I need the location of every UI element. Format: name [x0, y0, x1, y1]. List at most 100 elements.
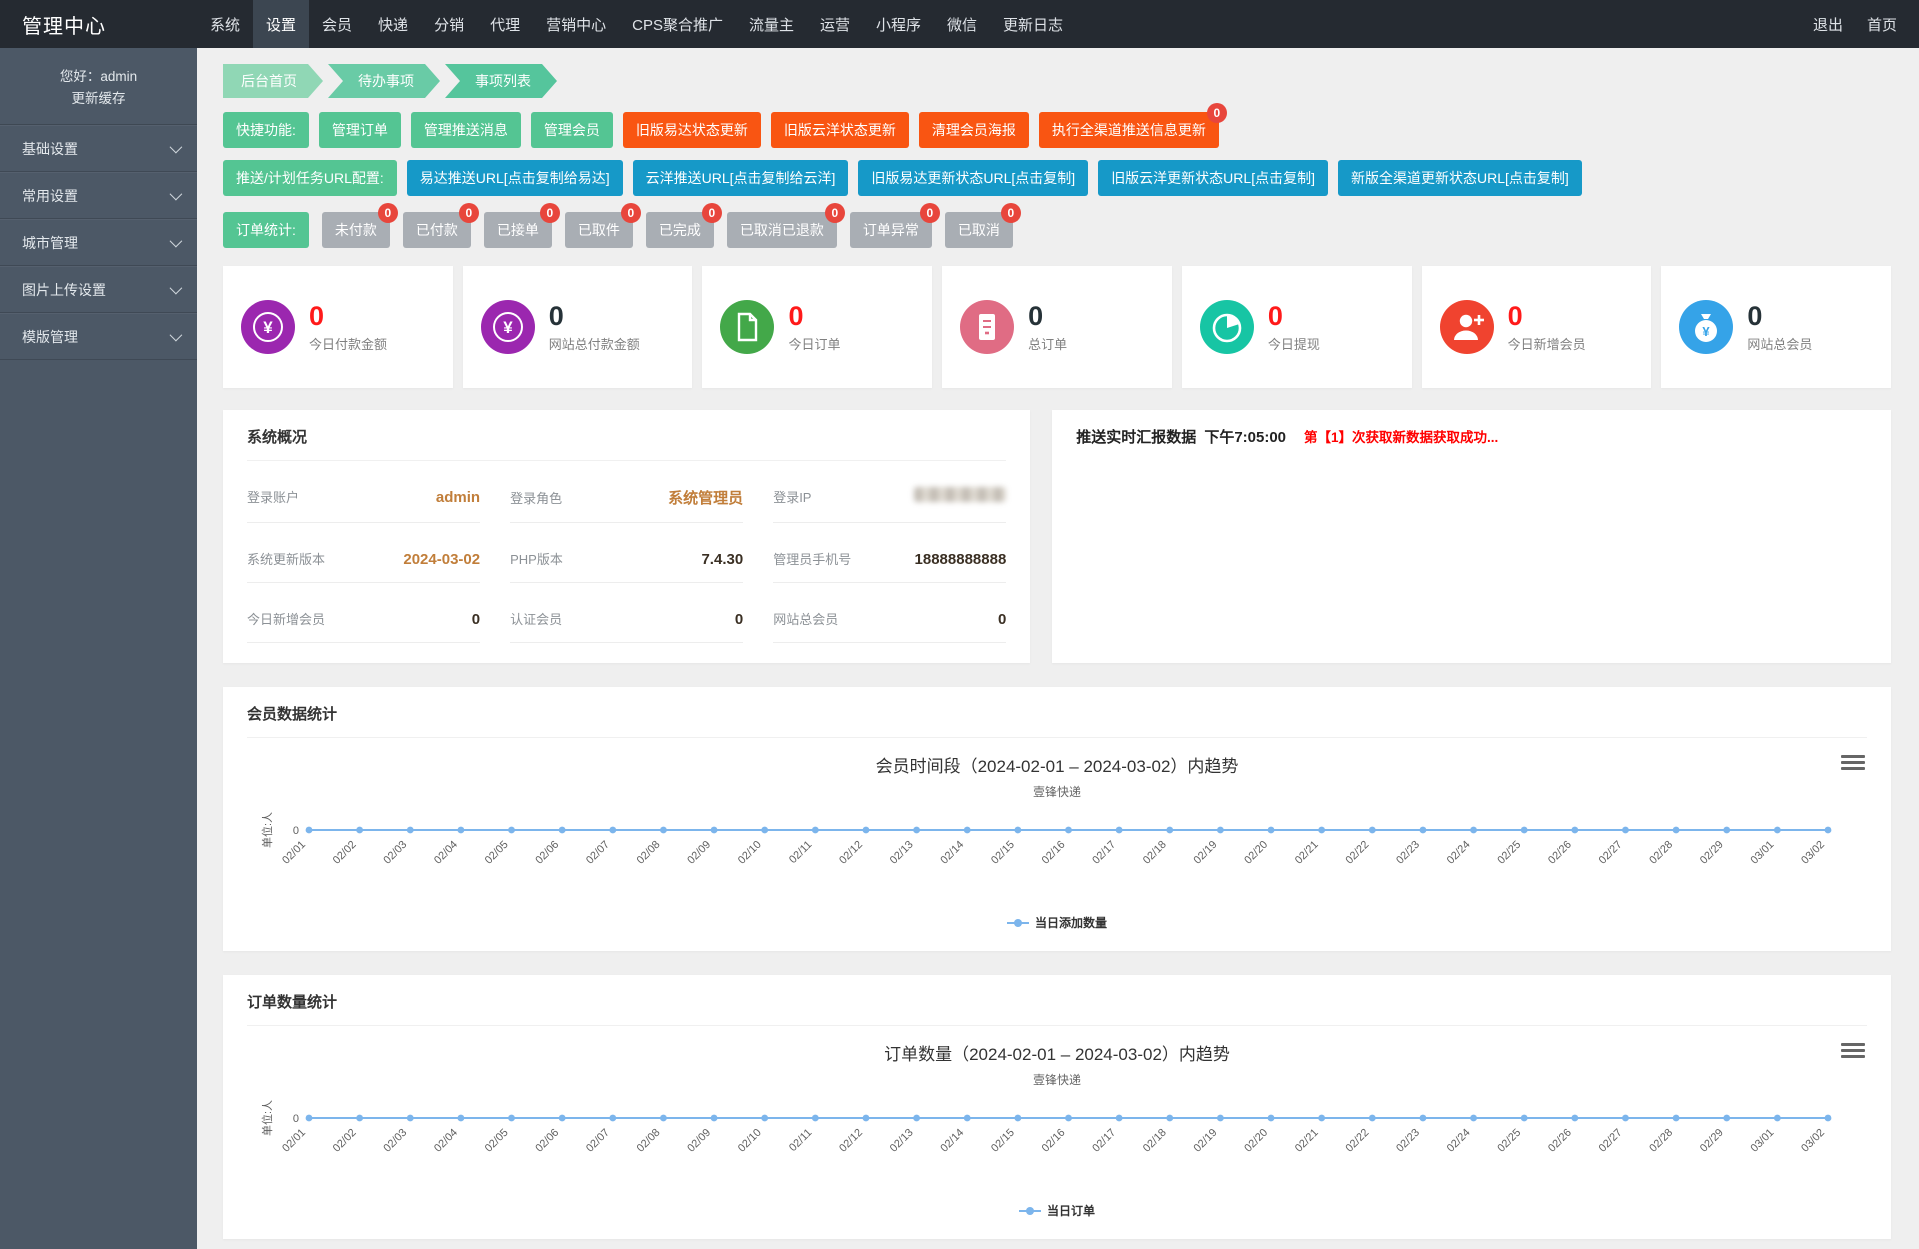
svg-text:02/18: 02/18	[1141, 839, 1169, 867]
svg-text:¥: ¥	[1703, 324, 1711, 339]
nav-item-4[interactable]: 分销	[421, 0, 477, 48]
sidebar-item-3[interactable]: 图片上传设置	[0, 266, 197, 313]
toolbar-button-2-3[interactable]: 已取件 0	[564, 203, 641, 248]
stat-card-6: ¥0 网站总会员	[1661, 266, 1892, 388]
svg-text:单位:人: 单位:人	[260, 812, 274, 848]
member-stats-title: 会员数据统计	[247, 703, 1867, 738]
toolbar-button-2-1[interactable]: 已付款 0	[402, 203, 479, 248]
svg-text:02/06: 02/06	[533, 1127, 561, 1155]
nav-item-10[interactable]: 小程序	[863, 0, 934, 48]
sidebar-item-0[interactable]: 基础设置	[0, 125, 197, 172]
overview-value: 18888888888	[914, 551, 1007, 568]
overview-value: 0	[734, 611, 744, 628]
toolbar-button-2-2[interactable]: 已接单 0	[483, 203, 560, 248]
svg-text:02/20: 02/20	[1242, 839, 1270, 867]
toolbar-button-1-1[interactable]: 云洋推送URL[点击复制给云洋]	[632, 160, 849, 196]
sidebar-item-2[interactable]: 城市管理	[0, 219, 197, 266]
toolbar-button-1-2[interactable]: 旧版易达更新状态URL[点击复制]	[858, 160, 1089, 196]
toolbar-button-1-4[interactable]: 新版全渠道更新状态URL[点击复制]	[1337, 160, 1582, 196]
svg-text:02/04: 02/04	[432, 839, 460, 867]
nav-item-2[interactable]: 会员	[309, 0, 365, 48]
breadcrumb-item-0[interactable]: 后台首页	[223, 64, 323, 98]
toolbar-button-2-4[interactable]: 已完成 0	[645, 203, 722, 248]
stat-card-5: 0 今日新增会员	[1421, 266, 1652, 388]
legend-marker-icon	[1018, 1206, 1041, 1215]
stat-label: 今日新增会员	[1507, 337, 1586, 352]
count-badge: 0	[1000, 203, 1021, 223]
toolbar-button-2-5[interactable]: 已取消已退款 0	[726, 203, 845, 248]
overview-label: 认证会员	[510, 612, 563, 627]
svg-text:02/09: 02/09	[685, 1127, 713, 1155]
chart-legend[interactable]: 当日添加数量	[247, 914, 1867, 931]
toolbar-button-2-0[interactable]: 未付款 0	[321, 203, 398, 248]
stat-value: 0	[548, 301, 564, 331]
svg-text:02/27: 02/27	[1597, 1127, 1625, 1155]
login-ip-redacted	[914, 487, 1007, 502]
toolbar-button-2-6[interactable]: 订单异常 0	[849, 203, 940, 248]
nav-item-12[interactable]: 更新日志	[990, 0, 1076, 48]
svg-text:0: 0	[293, 825, 299, 837]
nav-item-9[interactable]: 运营	[807, 0, 863, 48]
stat-value: 0	[309, 301, 325, 331]
chart-menu-icon[interactable]	[1841, 752, 1865, 772]
svg-text:02/20: 02/20	[1242, 1127, 1270, 1155]
toolbar-button-0-0[interactable]: 管理订单	[318, 112, 401, 148]
toolbar-button-0-2[interactable]: 管理会员	[530, 112, 613, 148]
toolbar-button-1-3[interactable]: 旧版云洋更新状态URL[点击复制]	[1098, 160, 1328, 196]
stat-card-4: 0 今日提现	[1181, 266, 1412, 388]
nav-item-7[interactable]: CPS聚合推广	[619, 0, 736, 48]
svg-text:02/02: 02/02	[331, 1127, 359, 1155]
breadcrumb-item-1[interactable]: 待办事项	[328, 64, 440, 98]
push-report-panel: 推送实时汇报数据 下午7:05:00 第【1】次获取新数据获取成功...	[1052, 410, 1891, 663]
toolbar-button-0-1[interactable]: 管理推送消息	[410, 112, 521, 148]
toolbar-button-1-0[interactable]: 易达推送URL[点击复制给易达]	[406, 160, 623, 196]
toolbar-row-label-2: 订单统计:	[223, 212, 309, 248]
sidebar-item-1[interactable]: 常用设置	[0, 172, 197, 219]
stat-value: 0	[1267, 301, 1283, 331]
chevron-down-icon	[169, 140, 183, 154]
svg-text:02/10: 02/10	[736, 1127, 764, 1155]
nav-item-3[interactable]: 快递	[365, 0, 421, 48]
overview-cell-0-1: 登录角色 系统管理员	[510, 461, 744, 523]
chart-menu-icon[interactable]	[1841, 1040, 1865, 1060]
svg-text:02/03: 02/03	[381, 839, 409, 867]
update-cache-link[interactable]: 更新缓存	[10, 88, 187, 110]
svg-text:03/01: 03/01	[1749, 1127, 1777, 1155]
chevron-down-icon	[169, 328, 183, 342]
nav-item-0[interactable]: 系统	[197, 0, 253, 48]
svg-text:02/12: 02/12	[837, 839, 865, 867]
svg-text:02/13: 02/13	[888, 1127, 916, 1155]
breadcrumb-item-2[interactable]: 事项列表	[445, 64, 557, 98]
user-plus-icon	[1439, 300, 1494, 354]
stat-value: 0	[1028, 301, 1044, 331]
nav-item-1[interactable]: 设置	[253, 0, 310, 48]
nav-item-8[interactable]: 流量主	[736, 0, 807, 48]
toolbar-button-0-6[interactable]: 执行全渠道推送信息更新 0	[1038, 103, 1227, 148]
toolbar-button-2-7[interactable]: 已取消 0	[944, 203, 1021, 248]
svg-text:02/17: 02/17	[1090, 839, 1118, 867]
svg-text:02/08: 02/08	[635, 839, 663, 867]
chart-legend[interactable]: 当日订单	[247, 1202, 1867, 1219]
chart-title: 订单数量（2024-02-01 – 2024-03-02）内趋势	[884, 1045, 1230, 1064]
breadcrumb: 后台首页 待办事项 事项列表	[223, 64, 1891, 98]
nav-item-11[interactable]: 微信	[934, 0, 990, 48]
nav-right-item-0[interactable]: 退出	[1801, 0, 1855, 48]
legend-label: 当日订单	[1046, 1204, 1095, 1218]
svg-text:02/07: 02/07	[584, 1127, 612, 1155]
stat-label: 总订单	[1028, 337, 1068, 352]
chart-title: 会员时间段（2024-02-01 – 2024-03-02）内趋势	[875, 757, 1239, 776]
toolbar-button-0-3[interactable]: 旧版易达状态更新	[622, 112, 761, 148]
nav-right-item-1[interactable]: 首页	[1855, 0, 1909, 48]
toolbar-button-0-4[interactable]: 旧版云洋状态更新	[770, 112, 909, 148]
svg-text:02/22: 02/22	[1343, 1127, 1371, 1155]
svg-text:02/01: 02/01	[280, 1127, 308, 1155]
sidebar-item-4[interactable]: 模版管理	[0, 313, 197, 360]
nav-item-5[interactable]: 代理	[477, 0, 533, 48]
svg-text:02/09: 02/09	[685, 839, 713, 867]
member-stats-panel: 会员数据统计 会员时间段（2024-02-01 – 2024-03-02）内趋势…	[223, 687, 1891, 951]
overview-cell-1-0: 系统更新版本 2024-03-02	[247, 523, 481, 583]
stat-card-3: 0 总订单	[942, 266, 1172, 388]
line-chart: 0 单位:人 02/01 02/02 02/03 02/04 02/05 02/06 02/07…	[260, 1100, 1832, 1155]
toolbar-button-0-5[interactable]: 清理会员海报	[918, 112, 1029, 148]
nav-item-6[interactable]: 营销中心	[533, 0, 619, 48]
